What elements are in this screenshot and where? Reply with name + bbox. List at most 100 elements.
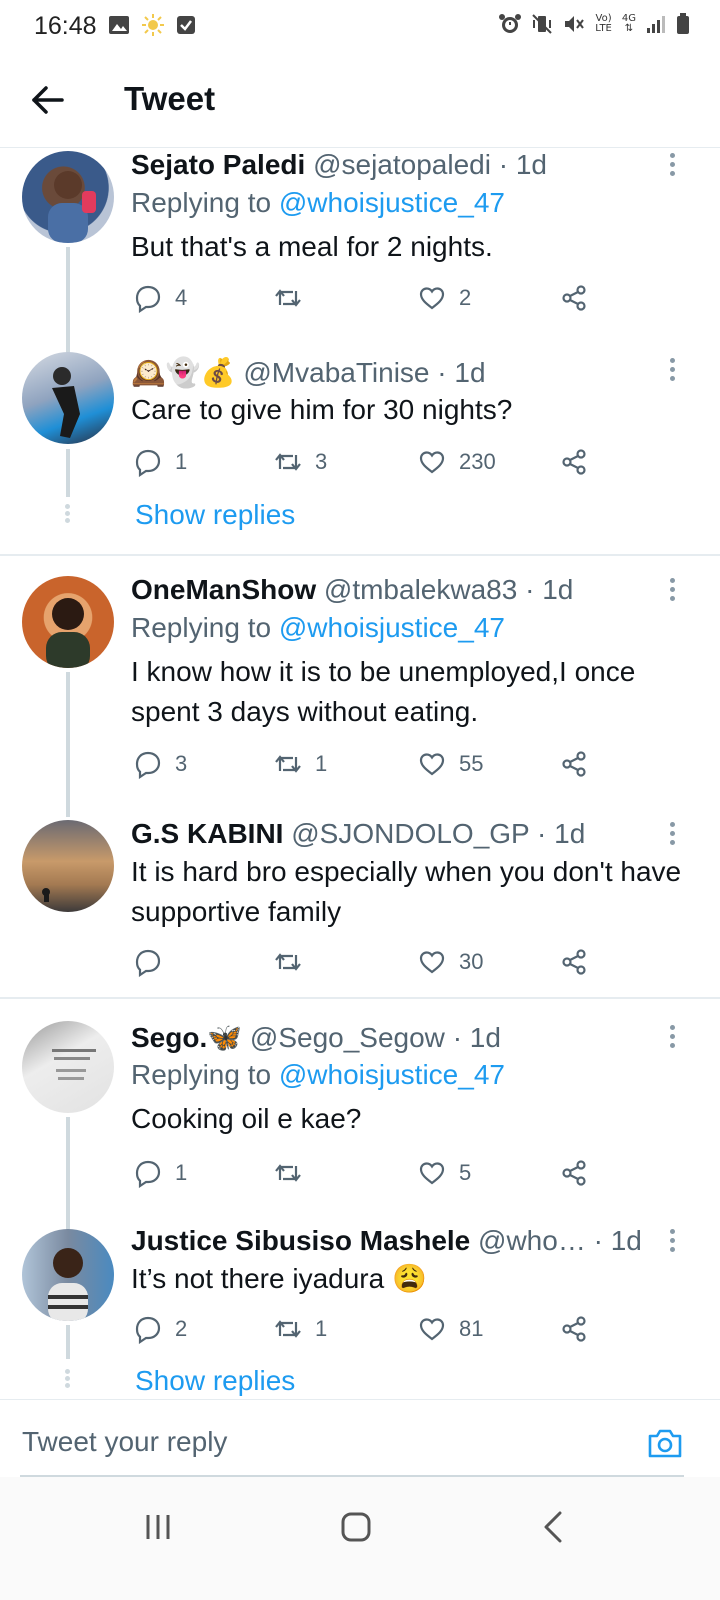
retweet-icon <box>275 453 301 471</box>
reply-feed[interactable]: Sejato Paledi @sejatopaledi · 1d Replyin… <box>0 149 720 1399</box>
tweet-item[interactable]: Justice Sibusiso Mashele @who… · 1d It’s… <box>0 1225 720 1399</box>
more-options-icon[interactable] <box>668 1229 676 1255</box>
like-button[interactable]: 30 <box>417 944 483 980</box>
display-name[interactable]: Sejato Paledi <box>131 149 305 180</box>
like-button[interactable]: 2 <box>417 280 471 316</box>
like-button[interactable]: 230 <box>417 444 496 480</box>
display-name[interactable]: Sego.🦋 <box>131 1022 242 1053</box>
reply-handle-link[interactable]: @whoisjustice_47 <box>279 187 505 218</box>
share-button[interactable] <box>559 1311 589 1347</box>
retweet-button[interactable] <box>273 1155 315 1191</box>
retweet-count: 3 <box>315 449 328 474</box>
avatar[interactable] <box>22 1021 114 1113</box>
retweet-button[interactable]: 1 <box>273 746 327 782</box>
separator: · <box>437 357 447 388</box>
retweet-button[interactable] <box>273 944 315 980</box>
share-button[interactable] <box>559 1155 589 1191</box>
avatar[interactable] <box>22 352 114 444</box>
user-handle[interactable]: @sejatopaledi <box>313 149 491 180</box>
back-nav-icon[interactable] <box>534 1507 574 1547</box>
retweet-count: 1 <box>315 751 328 776</box>
tweet-item[interactable]: 🕰️👻💰 @MvabaTinise · 1d Care to give him … <box>0 352 720 555</box>
tweet-item[interactable]: OneManShow @tmbalekwa83 · 1d Replying to… <box>0 574 720 817</box>
reply-input[interactable]: Tweet your reply <box>22 1426 227 1458</box>
retweet-icon <box>275 1164 301 1182</box>
display-name[interactable]: 🕰️👻💰 <box>131 357 236 388</box>
reply-button[interactable]: 4 <box>133 280 187 316</box>
more-options-icon[interactable] <box>668 358 676 384</box>
tweet-item[interactable]: G.S KABINI @SJONDOLO_GP · 1d It is hard … <box>0 818 720 998</box>
like-count: 5 <box>459 1160 472 1185</box>
avatar[interactable] <box>22 1229 114 1321</box>
tweet-item[interactable]: Sego.🦋 @Sego_Segow · 1d Replying to @who… <box>0 1021 720 1257</box>
reply-icon <box>135 751 161 779</box>
page-title: Tweet <box>124 80 216 117</box>
avatar[interactable] <box>22 151 114 243</box>
recent-apps-icon[interactable] <box>138 1507 178 1547</box>
reply-button[interactable]: 1 <box>133 444 187 480</box>
share-button[interactable] <box>559 746 589 782</box>
share-button[interactable] <box>559 444 589 480</box>
user-handle[interactable]: @who… <box>478 1225 586 1256</box>
reply-handle-link[interactable]: @whoisjustice_47 <box>279 1059 505 1090</box>
replying-to: Replying to @whoisjustice_47 <box>131 612 505 643</box>
home-icon[interactable] <box>336 1507 376 1547</box>
display-name[interactable]: OneManShow <box>131 574 316 605</box>
reply-icon <box>135 449 161 477</box>
reply-composer[interactable]: Tweet your reply <box>0 1399 720 1477</box>
tweet-header: OneManShow @tmbalekwa83 · 1d <box>131 574 680 606</box>
tweet-item[interactable]: Sejato Paledi @sejatopaledi · 1d Replyin… <box>0 149 720 361</box>
status-time: 16:48 <box>34 12 97 40</box>
user-handle[interactable]: @SJONDOLO_GP <box>291 818 529 849</box>
avatar[interactable] <box>22 820 114 912</box>
retweet-button[interactable]: 1 <box>273 1311 327 1347</box>
conversation-divider <box>0 997 720 999</box>
signal-icon <box>647 16 665 33</box>
user-handle[interactable]: @Sego_Segow <box>250 1022 445 1053</box>
tweet-actions: 3 1 55 <box>131 746 611 782</box>
reply-button[interactable]: 3 <box>133 746 187 782</box>
data-arrows-icon: ⇅ <box>624 23 634 34</box>
share-icon <box>562 449 586 475</box>
like-button[interactable]: 55 <box>417 746 483 782</box>
reply-count: 1 <box>175 1160 188 1185</box>
vibrate-icon <box>532 14 552 34</box>
retweet-button[interactable] <box>273 280 315 316</box>
share-button[interactable] <box>559 280 589 316</box>
avatar[interactable] <box>22 576 114 668</box>
share-button[interactable] <box>559 944 589 980</box>
heart-icon <box>419 1318 445 1341</box>
reply-count: 3 <box>175 751 188 776</box>
camera-icon[interactable] <box>646 1424 684 1462</box>
reply-button[interactable] <box>133 944 175 980</box>
back-arrow-icon[interactable] <box>28 80 68 120</box>
display-name[interactable]: Justice Sibusiso Mashele <box>131 1225 470 1256</box>
more-replies-dots <box>65 502 71 525</box>
user-handle[interactable]: @tmbalekwa83 <box>324 574 517 605</box>
more-options-icon[interactable] <box>668 153 676 179</box>
more-options-icon[interactable] <box>668 822 676 848</box>
reply-button[interactable]: 2 <box>133 1311 187 1347</box>
sun-icon <box>142 14 164 36</box>
retweet-button[interactable]: 3 <box>273 444 327 480</box>
reply-button[interactable]: 1 <box>133 1155 187 1191</box>
reply-handle-link[interactable]: @whoisjustice_47 <box>279 612 505 643</box>
like-button[interactable]: 81 <box>417 1311 483 1347</box>
separator: · <box>498 149 509 180</box>
more-options-icon[interactable] <box>668 578 676 604</box>
thread-line <box>66 247 70 361</box>
more-replies-dots <box>65 1367 71 1390</box>
reply-icon <box>135 1316 161 1344</box>
timestamp: 1d <box>515 149 547 180</box>
display-name[interactable]: G.S KABINI <box>131 818 283 849</box>
retweet-icon <box>275 289 301 307</box>
more-options-icon[interactable] <box>668 1025 676 1051</box>
replying-to: Replying to @whoisjustice_47 <box>131 187 505 218</box>
heart-icon <box>419 1162 445 1185</box>
separator: · <box>452 1022 463 1053</box>
gallery-icon <box>109 16 129 34</box>
like-button[interactable]: 5 <box>417 1155 471 1191</box>
show-replies-link[interactable]: Show replies <box>135 1365 295 1397</box>
show-replies-link[interactable]: Show replies <box>135 499 295 531</box>
user-handle[interactable]: @MvabaTinise <box>243 357 429 388</box>
